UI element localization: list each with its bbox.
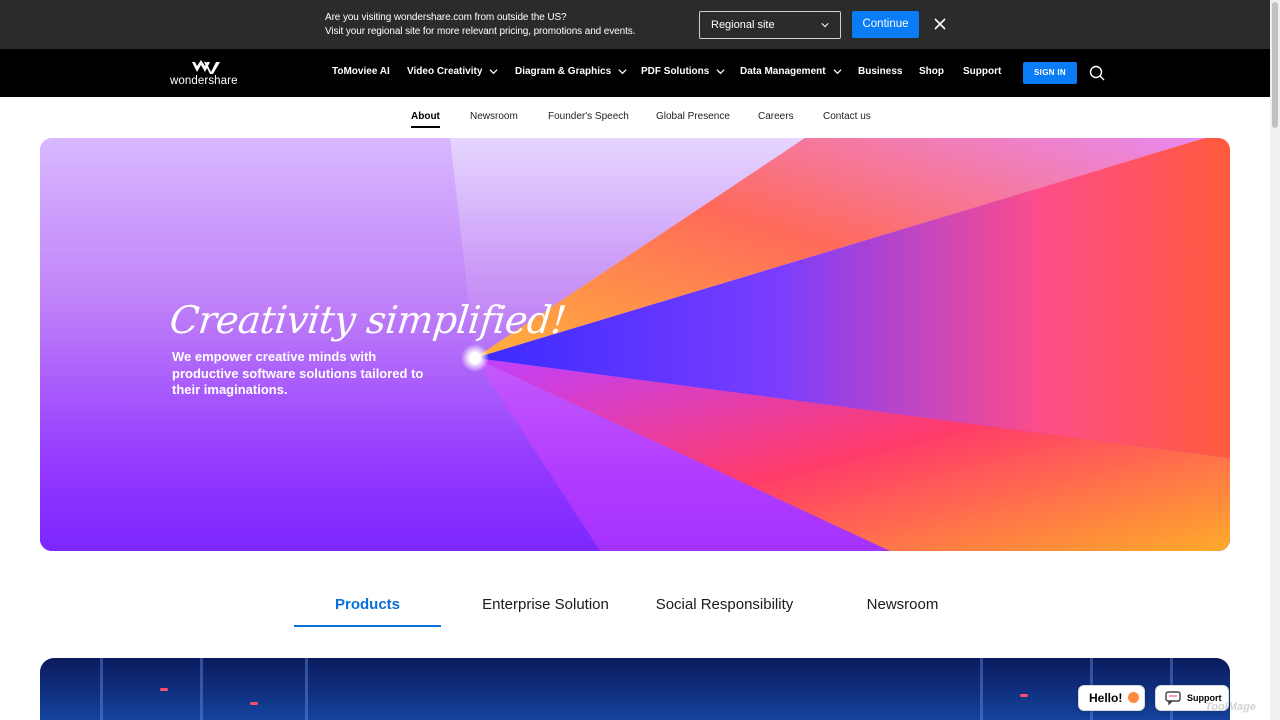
subnav-global-presence[interactable]: Global Presence (656, 111, 730, 122)
nav-business[interactable]: Business (858, 66, 902, 77)
products-banner-image (40, 658, 1230, 720)
tab-enterprise-solution[interactable]: Enterprise Solution (472, 596, 619, 613)
regional-message: Are you visiting wondershare.com from ou… (325, 11, 635, 39)
nav-label: ToMoviee AI (332, 66, 390, 77)
hello-chat-bubble[interactable]: Hello! (1078, 685, 1145, 711)
chevron-down-icon (833, 69, 842, 75)
nav-tomoviee-ai[interactable]: ToMoviee AI (332, 66, 390, 77)
chevron-down-icon (821, 23, 829, 28)
server-light (160, 688, 168, 691)
tab-social-responsibility[interactable]: Social Responsibility (650, 596, 799, 613)
nav-support[interactable]: Support (963, 66, 1001, 77)
smile-emoji-icon (1127, 692, 1139, 703)
close-icon[interactable] (933, 17, 947, 31)
section-tabs: Products Enterprise Solution Social Resp… (0, 580, 1270, 630)
search-icon[interactable] (1089, 65, 1105, 81)
nav-label: Diagram & Graphics (515, 66, 612, 77)
regional-message-line1: Are you visiting wondershare.com from ou… (325, 12, 567, 23)
about-subnav: About Newsroom Founder's Speech Global P… (0, 97, 1270, 137)
nav-label: Data Management (740, 66, 826, 77)
chevron-down-icon (618, 69, 627, 75)
server-light (1020, 694, 1028, 697)
server-light (250, 702, 258, 705)
wondershare-logo-icon (192, 60, 220, 74)
nav-diagram-graphics[interactable]: Diagram & Graphics (515, 66, 627, 77)
decor-stripe (980, 658, 983, 720)
hero-title: Creativity simplified! (167, 298, 569, 342)
logo-text: wondershare (170, 75, 238, 87)
subnav-careers[interactable]: Careers (758, 111, 794, 122)
nav-video-creativity[interactable]: Video Creativity (407, 66, 498, 77)
decor-stripe (200, 658, 203, 720)
regional-message-line2: Visit your regional site for more releva… (325, 26, 636, 37)
hero-light-beams-graphic (40, 138, 1230, 551)
tab-products[interactable]: Products (294, 596, 441, 613)
active-tab-indicator (294, 625, 441, 627)
hero-subtitle: We empower creative minds with productiv… (172, 349, 424, 397)
subnav-about[interactable]: About (411, 111, 440, 128)
subnav-contact-us[interactable]: Contact us (823, 111, 871, 122)
regional-banner: Are you visiting wondershare.com from ou… (0, 0, 1270, 49)
nav-label: Support (963, 66, 1002, 77)
scrollbar-thumb[interactable] (1272, 2, 1278, 128)
chevron-down-icon (489, 69, 498, 75)
chevron-down-icon (716, 69, 725, 75)
nav-pdf-solutions[interactable]: PDF Solutions (641, 66, 725, 77)
subnav-founders-speech[interactable]: Founder's Speech (548, 111, 629, 122)
nav-label: PDF Solutions (641, 66, 710, 77)
subnav-newsroom[interactable]: Newsroom (470, 111, 518, 122)
hello-label: Hello! (1089, 691, 1123, 705)
nav-shop[interactable]: Shop (919, 66, 944, 77)
continue-button[interactable]: Continue (852, 11, 919, 38)
nav-label: Business (858, 66, 903, 77)
page: Are you visiting wondershare.com from ou… (0, 0, 1280, 720)
nav-data-management[interactable]: Data Management (740, 66, 842, 77)
hero-banner: Creativity simplified! We empower creati… (40, 138, 1230, 551)
tab-newsroom[interactable]: Newsroom (829, 596, 976, 613)
page-scrollbar[interactable] (1270, 0, 1280, 720)
nav-label: Video Creativity (407, 66, 483, 77)
decor-stripe (305, 658, 308, 720)
regional-select-value: Regional site (711, 19, 775, 31)
decor-stripe (100, 658, 103, 720)
regional-site-select[interactable]: Regional site (699, 11, 841, 39)
wondershare-logo[interactable]: wondershare (170, 60, 242, 90)
main-navigation: wondershare ToMoviee AI Video Creativity… (0, 49, 1270, 97)
chat-icon (1165, 691, 1181, 705)
sign-in-button[interactable]: SIGN IN (1023, 62, 1077, 84)
nav-label: Shop (919, 66, 944, 77)
watermark-text: ToolMage (1205, 701, 1256, 713)
